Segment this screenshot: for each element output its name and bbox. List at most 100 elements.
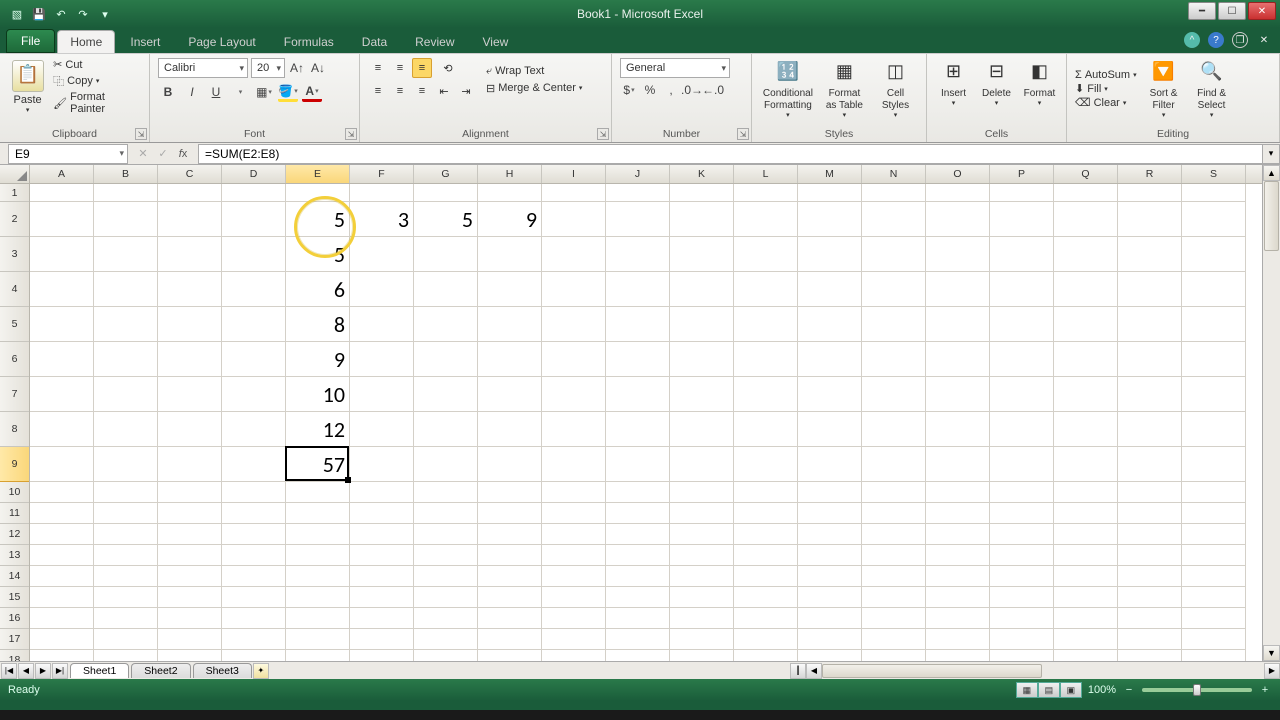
cut-button[interactable]: ✂Cut (53, 58, 141, 71)
cell-B13[interactable] (94, 545, 158, 566)
cell-C15[interactable] (158, 587, 222, 608)
cell-L16[interactable] (734, 608, 798, 629)
cell-O12[interactable] (926, 524, 990, 545)
zoom-slider[interactable] (1142, 688, 1252, 692)
border-button[interactable]: ▦ (254, 82, 274, 102)
cell-K10[interactable] (670, 482, 734, 503)
cell-Q16[interactable] (1054, 608, 1118, 629)
cell-M11[interactable] (798, 503, 862, 524)
cell-P3[interactable] (990, 237, 1054, 272)
cell-L17[interactable] (734, 629, 798, 650)
cell-L9[interactable] (734, 447, 798, 482)
increase-indent-button[interactable]: ⇥ (456, 81, 476, 101)
tab-view[interactable]: View (470, 30, 522, 53)
cell-I15[interactable] (542, 587, 606, 608)
cell-G6[interactable] (414, 342, 478, 377)
cell-K2[interactable] (670, 202, 734, 237)
cell-M9[interactable] (798, 447, 862, 482)
row-header-2[interactable]: 2 (0, 202, 29, 237)
cell-F3[interactable] (350, 237, 414, 272)
cell-C7[interactable] (158, 377, 222, 412)
cell-C9[interactable] (158, 447, 222, 482)
cell-N18[interactable] (862, 650, 926, 661)
cell-K17[interactable] (670, 629, 734, 650)
cell-P17[interactable] (990, 629, 1054, 650)
column-header-P[interactable]: P (990, 165, 1054, 183)
normal-view-icon[interactable]: ▦ (1016, 682, 1038, 698)
cell-O16[interactable] (926, 608, 990, 629)
cell-Q2[interactable] (1054, 202, 1118, 237)
zoom-out-button[interactable]: − (1122, 684, 1136, 696)
cell-N8[interactable] (862, 412, 926, 447)
redo-icon[interactable]: ↷ (74, 5, 92, 23)
cell-F15[interactable] (350, 587, 414, 608)
cell-P15[interactable] (990, 587, 1054, 608)
cell-S15[interactable] (1182, 587, 1246, 608)
number-format-combo[interactable]: General (620, 58, 730, 78)
cell-J7[interactable] (606, 377, 670, 412)
underline-button[interactable]: U (206, 82, 226, 102)
hscroll-thumb[interactable] (822, 664, 1042, 678)
cell-S16[interactable] (1182, 608, 1246, 629)
cell-B2[interactable] (94, 202, 158, 237)
cell-S13[interactable] (1182, 545, 1246, 566)
cell-E12[interactable] (286, 524, 350, 545)
cell-K18[interactable] (670, 650, 734, 661)
restore-window-icon[interactable]: ❐ (1232, 32, 1248, 48)
cell-H10[interactable] (478, 482, 542, 503)
cell-H7[interactable] (478, 377, 542, 412)
row-header-12[interactable]: 12 (0, 524, 29, 545)
cell-E7[interactable]: 10 (286, 377, 350, 412)
cell-E2[interactable]: 5 (286, 202, 350, 237)
cell-H2[interactable]: 9 (478, 202, 542, 237)
cell-E9[interactable]: 57 (286, 447, 350, 482)
cell-G5[interactable] (414, 307, 478, 342)
cell-P7[interactable] (990, 377, 1054, 412)
cell-O7[interactable] (926, 377, 990, 412)
cell-R15[interactable] (1118, 587, 1182, 608)
cell-J8[interactable] (606, 412, 670, 447)
cell-I11[interactable] (542, 503, 606, 524)
cell-M7[interactable] (798, 377, 862, 412)
cell-K5[interactable] (670, 307, 734, 342)
cell-Q14[interactable] (1054, 566, 1118, 587)
cell-O2[interactable] (926, 202, 990, 237)
row-header-6[interactable]: 6 (0, 342, 29, 377)
clear-button[interactable]: ⌫Clear▾ (1075, 96, 1137, 109)
close-workbook-icon[interactable]: ✕ (1256, 32, 1272, 48)
cell-F4[interactable] (350, 272, 414, 307)
increase-font-icon[interactable]: A↑ (288, 59, 306, 77)
column-header-I[interactable]: I (542, 165, 606, 183)
cell-Q12[interactable] (1054, 524, 1118, 545)
align-middle-button[interactable]: ≡ (390, 58, 410, 78)
fx-icon[interactable]: fx (174, 145, 192, 163)
cell-Q10[interactable] (1054, 482, 1118, 503)
cell-H3[interactable] (478, 237, 542, 272)
cell-I12[interactable] (542, 524, 606, 545)
cell-C13[interactable] (158, 545, 222, 566)
column-header-R[interactable]: R (1118, 165, 1182, 183)
cell-C16[interactable] (158, 608, 222, 629)
cell-B9[interactable] (94, 447, 158, 482)
align-center-button[interactable]: ≡ (390, 81, 410, 101)
cell-R11[interactable] (1118, 503, 1182, 524)
cell-I1[interactable] (542, 184, 606, 202)
format-cells-button[interactable]: ◧Format (1021, 58, 1058, 108)
minimize-ribbon-icon[interactable]: ^ (1184, 32, 1200, 48)
cell-R17[interactable] (1118, 629, 1182, 650)
cell-G13[interactable] (414, 545, 478, 566)
cell-E1[interactable] (286, 184, 350, 202)
insert-cells-button[interactable]: ⊞Insert (935, 58, 972, 108)
cell-R16[interactable] (1118, 608, 1182, 629)
cell-G16[interactable] (414, 608, 478, 629)
cell-D18[interactable] (222, 650, 286, 661)
cell-M2[interactable] (798, 202, 862, 237)
row-header-8[interactable]: 8 (0, 412, 29, 447)
autosum-button[interactable]: ΣAutoSum▾ (1075, 69, 1137, 81)
cell-B14[interactable] (94, 566, 158, 587)
find-select-button[interactable]: 🔍Find & Select (1191, 58, 1233, 120)
cell-G9[interactable] (414, 447, 478, 482)
cell-S2[interactable] (1182, 202, 1246, 237)
tab-page-layout[interactable]: Page Layout (175, 30, 268, 53)
cell-I16[interactable] (542, 608, 606, 629)
